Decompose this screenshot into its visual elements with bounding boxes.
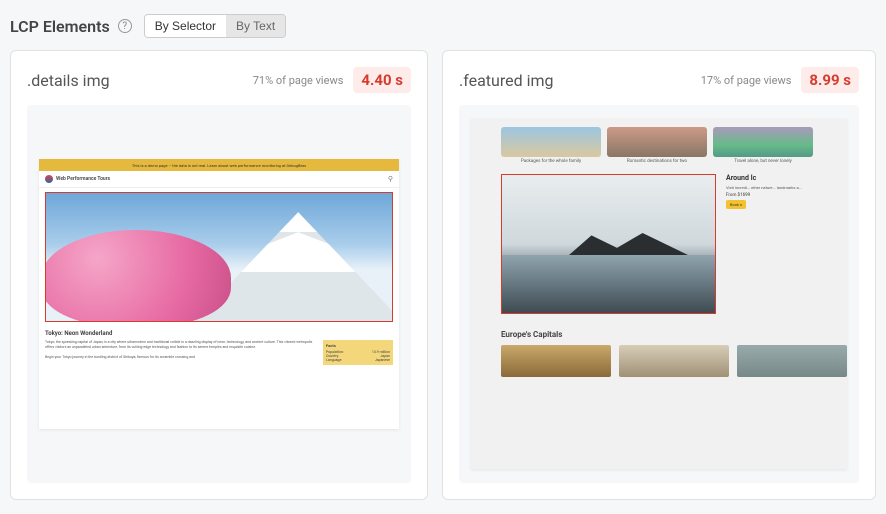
toggle-by-selector[interactable]: By Selector <box>145 15 226 37</box>
thumb-icon <box>501 127 601 157</box>
mock-nav: Web Performance Tours ⚲ <box>39 171 399 188</box>
preview-area: Packages for the whole family Romantic d… <box>459 105 859 483</box>
thumb-icon <box>607 127 707 157</box>
timing-badge: 8.99 s <box>801 67 859 93</box>
card-stats: 17% of page views 8.99 s <box>701 67 859 93</box>
mock-cta-button: Book n <box>726 200 746 209</box>
lcp-highlight <box>45 192 393 322</box>
view-toggle: By Selector By Text <box>144 14 287 38</box>
section-header: LCP Elements ? By Selector By Text <box>10 14 876 38</box>
mock-feature-side: Around Ic Visit incredi... other nature.… <box>726 174 847 209</box>
logo-icon <box>45 175 53 183</box>
mock-article-title: Tokyo: Neon Wonderland <box>45 330 393 337</box>
thumb-icon <box>501 345 611 377</box>
page-preview: This is a demo page – the data is not re… <box>39 159 399 429</box>
card-stats: 71% of page views 4.40 s <box>253 67 411 93</box>
thumb-icon <box>619 345 729 377</box>
selector-label: .featured img <box>459 71 554 90</box>
thumb-icon <box>713 127 813 157</box>
lcp-highlight <box>501 174 716 314</box>
section-title: LCP Elements <box>10 17 110 36</box>
preview-area: This is a demo page – the data is not re… <box>27 105 411 483</box>
lcp-card-details-img[interactable]: .details img 71% of page views 4.40 s Th… <box>10 50 428 500</box>
page-views: 71% of page views <box>253 74 344 87</box>
mock-site-name: Web Performance Tours <box>56 176 110 182</box>
search-icon: ⚲ <box>388 175 393 183</box>
card-header: .featured img 17% of page views 8.99 s <box>459 67 859 93</box>
selector-label: .details img <box>27 71 110 90</box>
timing-badge: 4.40 s <box>353 67 411 93</box>
mock-banner: This is a demo page – the data is not re… <box>39 159 399 171</box>
card-header: .details img 71% of page views 4.40 s <box>27 67 411 93</box>
mock-thumb-row: Packages for the whole family Romantic d… <box>501 127 847 164</box>
lcp-cards: .details img 71% of page views 4.40 s Th… <box>10 50 876 500</box>
thumb-icon <box>737 345 847 377</box>
help-icon[interactable]: ? <box>118 19 132 33</box>
page-views: 17% of page views <box>701 74 792 87</box>
mock-facts-box: Facts Population:13.9 million Country:Ja… <box>323 340 393 365</box>
page-preview: Packages for the whole family Romantic d… <box>471 119 847 469</box>
mock-article-text: Tokyo, the sprawling capital of Japan, i… <box>45 340 317 365</box>
lcp-card-featured-img[interactable]: .featured img 17% of page views 8.99 s P… <box>442 50 876 500</box>
toggle-by-text[interactable]: By Text <box>226 15 285 37</box>
mock-section-heading: Europe's Capitals <box>501 330 847 339</box>
